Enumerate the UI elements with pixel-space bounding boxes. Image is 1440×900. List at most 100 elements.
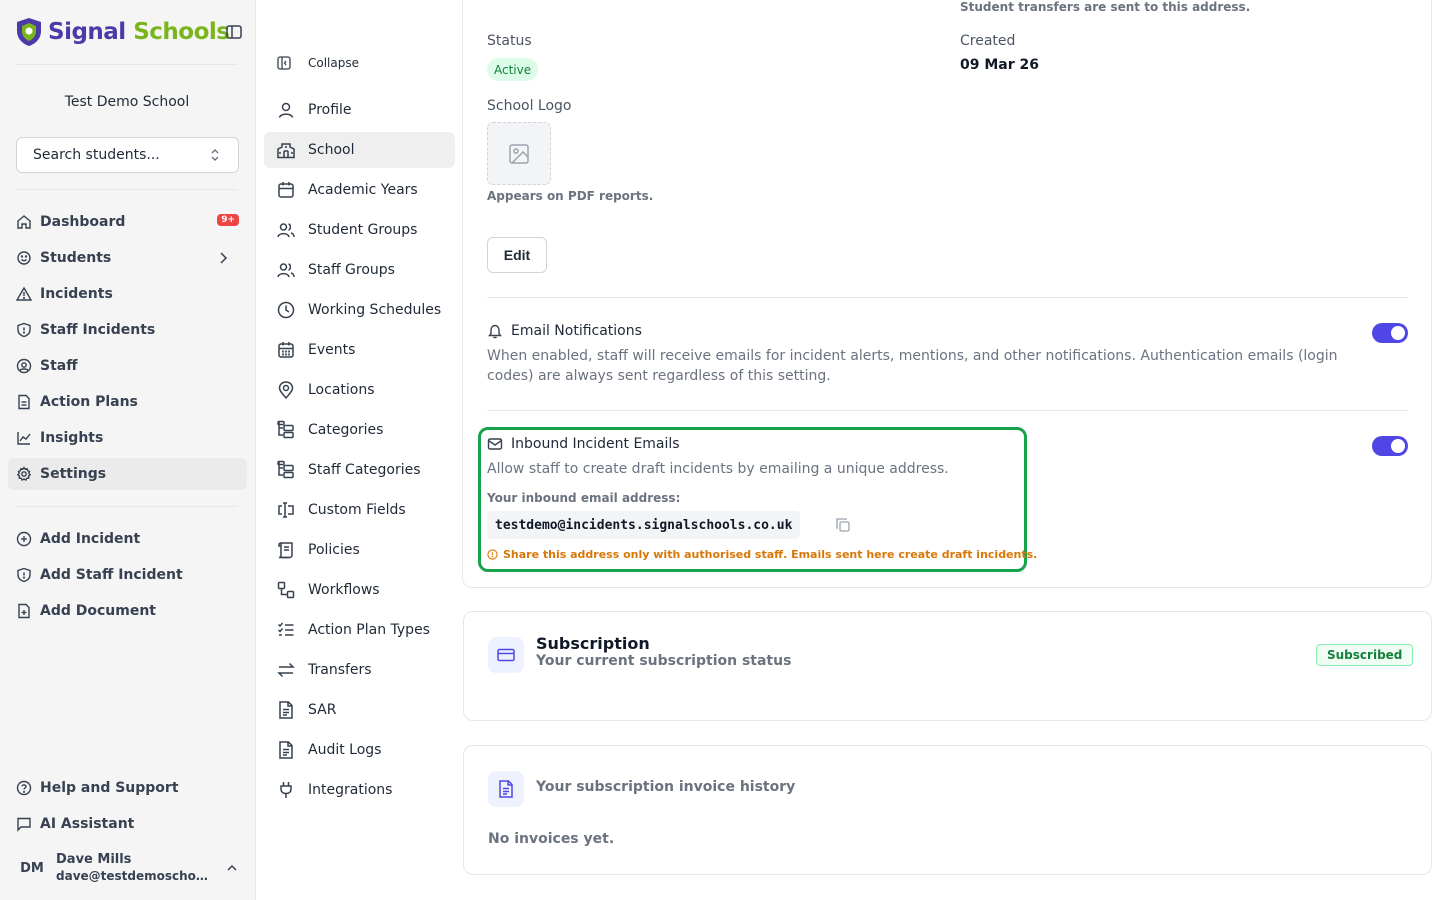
chat-bubble-icon	[17, 817, 31, 832]
email-notifications-toggle[interactable]	[1372, 323, 1408, 343]
text-cursor-input-icon	[278, 502, 294, 518]
smile-icon	[17, 251, 31, 265]
nav-label: Incidents	[40, 286, 113, 302]
subscription-subtitle: Your current subscription status	[536, 653, 792, 669]
settings-item-profile[interactable]: Profile	[264, 92, 455, 128]
file-search-icon	[279, 741, 293, 759]
inbound-emails-toggle[interactable]	[1372, 436, 1408, 456]
help-circle-icon	[16, 780, 32, 796]
calendar-icon	[278, 182, 294, 198]
settings-item-working-schedules[interactable]: Working Schedules	[264, 292, 455, 328]
nav-label: Settings	[40, 466, 107, 482]
notification-badge: 9+	[217, 214, 239, 226]
settings-item-categories[interactable]: Categories	[264, 412, 455, 448]
inbound-warning: Share this address only with authorised …	[487, 548, 1037, 561]
chevron-up-icon	[227, 864, 237, 871]
nav-action-plans[interactable]: Action Plans	[8, 386, 247, 418]
credit-card-icon	[497, 648, 515, 662]
nav-label: Add Document	[40, 603, 156, 619]
users-cog-icon	[277, 263, 295, 278]
settings-item-label: SAR	[308, 702, 337, 718]
settings-item-label: Policies	[308, 542, 360, 558]
user-email: dave@testdemoschool.co.uk	[56, 869, 212, 883]
nav-insights[interactable]: Insights	[8, 422, 247, 454]
nav-ai-assistant[interactable]: AI Assistant	[8, 808, 247, 840]
subscription-title: Subscription	[536, 634, 650, 653]
list-checks-icon	[277, 622, 294, 636]
settings-item-workflows[interactable]: Workflows	[264, 572, 455, 608]
nav-label: Add Incident	[40, 531, 141, 547]
settings-item-policies[interactable]: Policies	[264, 532, 455, 568]
nav-label: Help and Support	[40, 780, 179, 796]
divider	[16, 506, 238, 507]
copy-icon[interactable]	[835, 517, 851, 533]
nav-incidents[interactable]: Incidents	[8, 278, 247, 310]
edit-button[interactable]: Edit	[487, 237, 547, 273]
settings-item-school[interactable]: School	[264, 132, 455, 168]
settings-item-label: Working Schedules	[308, 302, 442, 318]
divider	[16, 189, 238, 190]
settings-item-academic-years[interactable]: Academic Years	[264, 172, 455, 208]
invoices-empty-state: No invoices yet.	[488, 831, 615, 847]
nav-staff-incidents[interactable]: Staff Incidents	[8, 314, 247, 346]
invoice-history-card	[463, 745, 1432, 875]
quick-add-document[interactable]: Add Document	[8, 595, 247, 627]
settings-item-integrations[interactable]: Integrations	[264, 772, 455, 808]
quick-add-incident[interactable]: Add Incident	[8, 523, 247, 555]
invoice-history-title: Your subscription invoice history	[536, 779, 796, 795]
shield-icon	[17, 322, 31, 338]
nav-help-support[interactable]: Help and Support	[8, 772, 247, 804]
settings-item-locations[interactable]: Locations	[264, 372, 455, 408]
settings-item-label: Staff Groups	[308, 262, 395, 278]
settings-item-label: Locations	[308, 382, 375, 398]
user-icon	[278, 102, 294, 118]
nav-students[interactable]: Students	[8, 242, 247, 274]
bell-icon	[488, 324, 502, 339]
settings-item-label: Action Plan Types	[308, 622, 430, 638]
settings-item-staff-groups[interactable]: Staff Groups	[264, 252, 455, 288]
status-label: Status	[487, 33, 532, 49]
inbound-email-address[interactable]: testdemo@incidents.signalschools.co.uk	[487, 511, 801, 539]
nav-label: Students	[40, 250, 112, 266]
settings-item-action-plan-types[interactable]: Action Plan Types	[264, 612, 455, 648]
arrows-left-right-icon	[277, 662, 295, 678]
settings-item-sar[interactable]: SAR	[264, 692, 455, 728]
quick-add-staff-incident[interactable]: Add Staff Incident	[8, 559, 247, 591]
workflow-icon	[277, 581, 295, 599]
nav-label: Add Staff Incident	[40, 567, 183, 583]
inbound-emails-title: Inbound Incident Emails	[487, 436, 680, 452]
settings-item-label: Profile	[308, 102, 352, 118]
nav-label: Staff Incidents	[40, 322, 156, 338]
folder-tree-icon	[277, 420, 294, 439]
nav-settings[interactable]: Settings	[8, 458, 247, 490]
settings-item-events[interactable]: Events	[264, 332, 455, 368]
settings-item-label: Workflows	[308, 582, 380, 598]
settings-item-transfers[interactable]: Transfers	[264, 652, 455, 688]
chevrons-up-down-icon	[211, 149, 219, 161]
settings-item-student-groups[interactable]: Student Groups	[264, 212, 455, 248]
school-logo-placeholder[interactable]	[487, 122, 551, 185]
nav-dashboard[interactable]: Dashboard 9+	[8, 206, 247, 238]
settings-item-label: Events	[308, 342, 356, 358]
image-icon	[509, 143, 529, 164]
file-plus-icon	[18, 603, 30, 619]
sidebar-toggle-icon[interactable]	[224, 22, 244, 42]
settings-item-label: Audit Logs	[308, 742, 382, 758]
nav-staff[interactable]: Staff	[8, 350, 247, 382]
plus-circle-icon	[16, 531, 32, 547]
student-search-combobox[interactable]: Search students...	[16, 137, 239, 173]
inbound-address-label: Your inbound email address:	[487, 491, 681, 505]
calendar-days-icon	[278, 342, 294, 358]
shield-plus-icon	[17, 567, 31, 583]
settings-item-custom-fields[interactable]: Custom Fields	[264, 492, 455, 528]
created-value: 09 Mar 26	[960, 57, 1039, 73]
brand-logo[interactable]: Signal Schools	[16, 14, 244, 50]
settings-item-label: Academic Years	[308, 182, 418, 198]
settings-item-audit-logs[interactable]: Audit Logs	[264, 732, 455, 768]
settings-item-staff-categories[interactable]: Staff Categories	[264, 452, 455, 488]
settings-item-label: Categories	[308, 422, 384, 438]
nav-label: AI Assistant	[40, 816, 135, 832]
user-menu[interactable]: DM Dave Mills dave@testdemoschool.co.uk	[16, 852, 240, 884]
collapse-button[interactable]: Collapse	[276, 55, 359, 71]
map-pin-icon	[278, 381, 294, 400]
